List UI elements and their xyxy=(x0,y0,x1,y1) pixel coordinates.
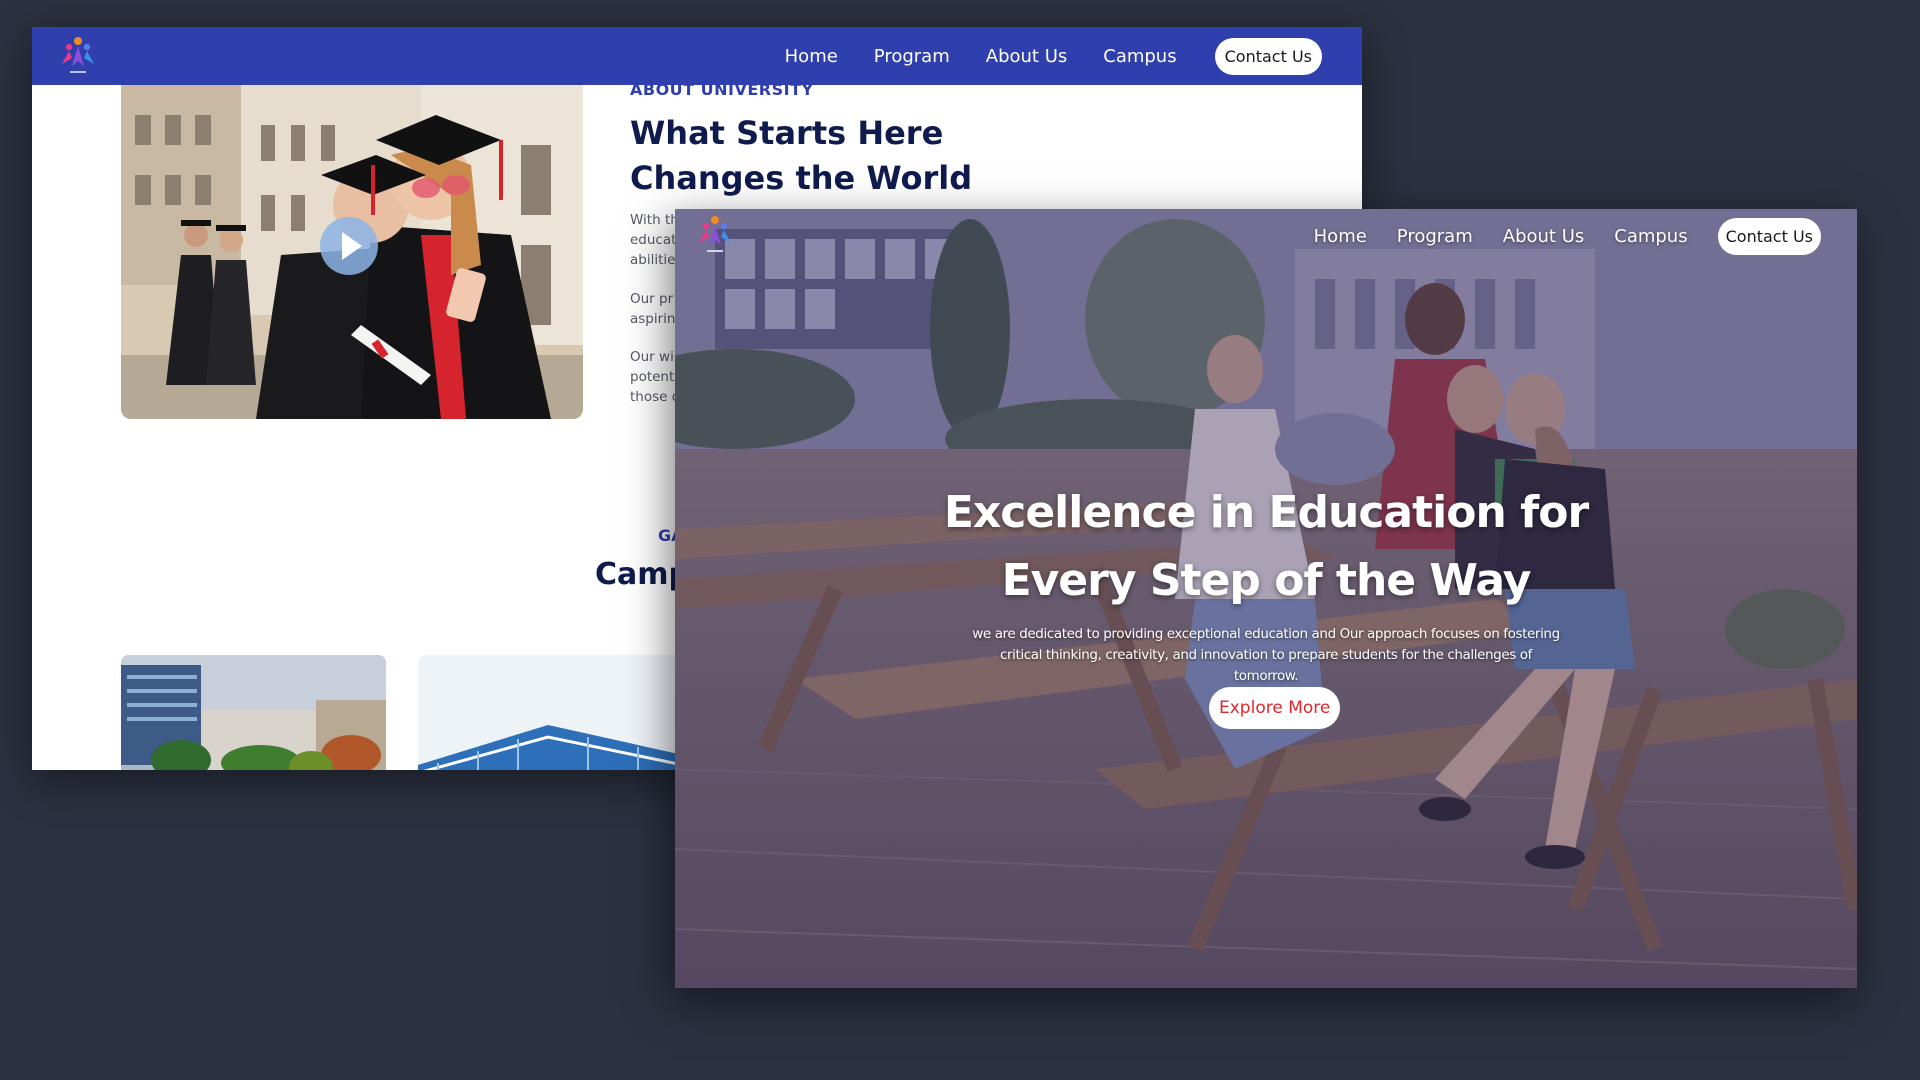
campus-photo-card[interactable] xyxy=(418,655,683,770)
nav-home-link[interactable]: Home xyxy=(785,46,838,67)
about-eyebrow: ABOUT UNIVERSITY xyxy=(630,80,814,99)
nav-program-link[interactable]: Program xyxy=(1397,226,1473,247)
about-paragraph-3: Our wi potenti those o xyxy=(630,347,680,407)
nav-about-link[interactable]: About Us xyxy=(986,46,1068,67)
nav-program-link[interactable]: Program xyxy=(874,46,950,67)
campus-photo-card[interactable] xyxy=(121,655,386,770)
nav-campus-link[interactable]: Campus xyxy=(1614,226,1687,247)
paragraph-text-line: potenti xyxy=(630,369,679,385)
contact-us-button[interactable]: Contact Us xyxy=(1214,37,1322,75)
hero-title: Excellence in Education for Every Step o… xyxy=(943,487,1589,606)
hero-subtitle: we are dedicated to providing exceptiona… xyxy=(972,626,1560,684)
home-hero-window: Home Program About Us Campus Contact Us … xyxy=(675,209,1857,988)
about-title: What Starts Here Changes the World xyxy=(630,114,973,197)
explore-more-button[interactable]: Explore More xyxy=(1209,687,1341,729)
nav-campus-link[interactable]: Campus xyxy=(1103,46,1176,67)
nav-home-link[interactable]: Home xyxy=(1314,226,1367,247)
university-logo-icon[interactable] xyxy=(693,213,737,257)
paragraph-text-line: those o xyxy=(630,389,680,405)
university-logo-icon[interactable] xyxy=(56,34,100,78)
play-icon[interactable] xyxy=(320,217,378,275)
nav-links: Home Program About Us Campus Contact Us xyxy=(1314,218,1821,255)
nav-links: Home Program About Us Campus Contact Us xyxy=(785,27,1322,85)
paragraph-text-line: Our wi xyxy=(630,349,674,365)
contact-us-button[interactable]: Contact Us xyxy=(1717,218,1821,255)
navbar: Home Program About Us Campus Contact Us xyxy=(32,27,1362,85)
nav-about-link[interactable]: About Us xyxy=(1503,226,1585,247)
